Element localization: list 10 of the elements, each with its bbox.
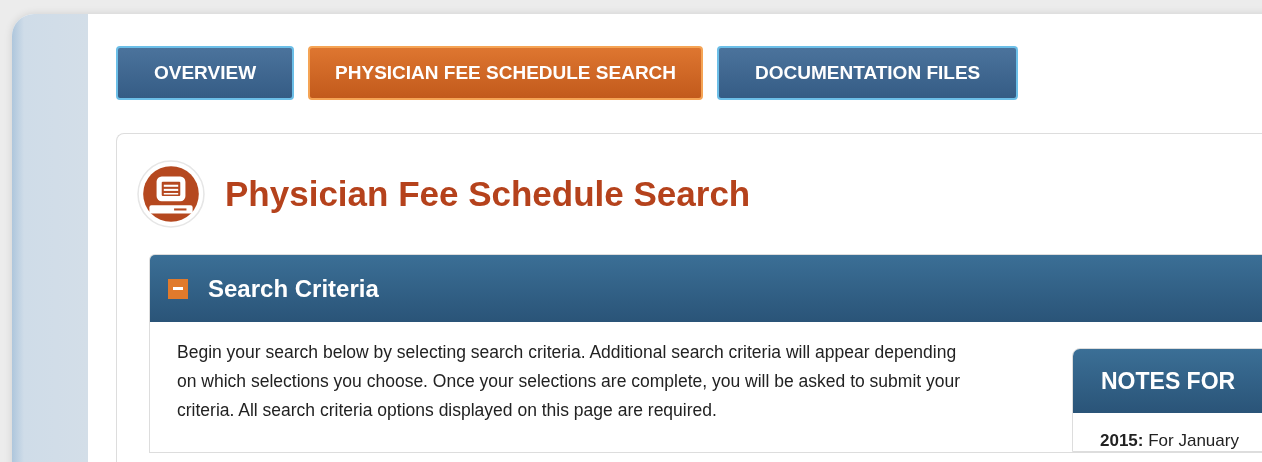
nav-tab[interactable]: PHYSICIAN FEE SCHEDULE SEARCH	[308, 46, 704, 100]
notes-title: NOTES FOR	[1101, 367, 1236, 395]
computer-icon	[137, 160, 205, 228]
note-text: 2015: For January	[1100, 431, 1240, 451]
collapse-icon[interactable]	[168, 278, 188, 299]
nav-tab[interactable]: OVERVIEW	[116, 46, 295, 100]
intro-text: Begin your search below by selecting search criteria. Additional search criteria will appear depending on which selections you choose. Once your selections are complete, you will be asked to submit your criteria. All search criteria options displayed on this page are required.	[177, 341, 962, 422]
nav-tab[interactable]: DOCUMENTATION FILES	[717, 46, 1019, 100]
page-title: Physician Fee Schedule Search	[225, 174, 751, 214]
section-title: Search Criteria	[208, 274, 379, 303]
